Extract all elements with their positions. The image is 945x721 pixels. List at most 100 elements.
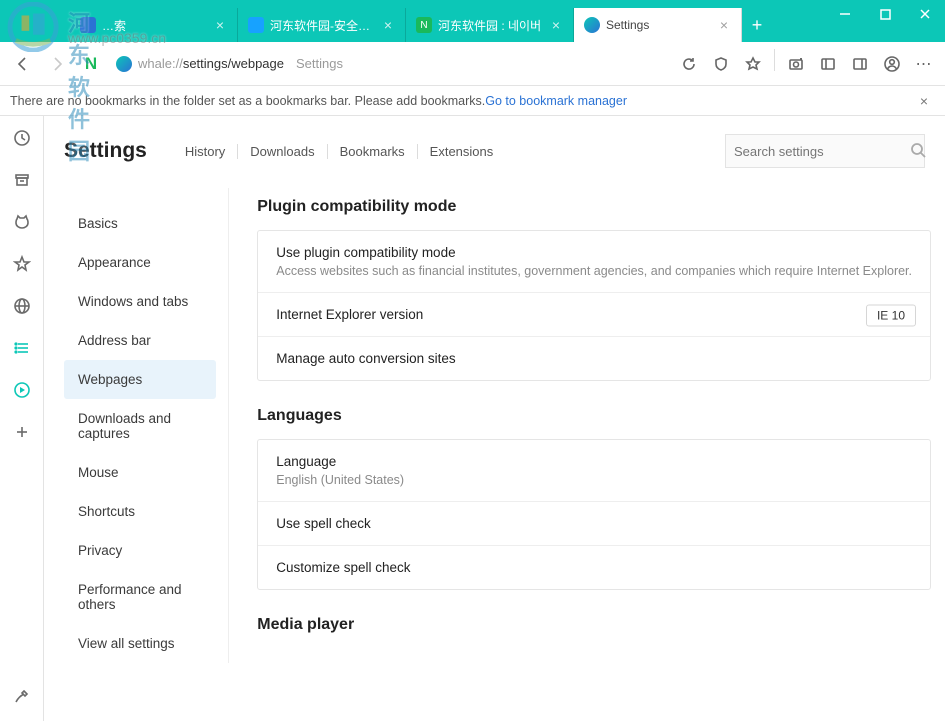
rail-play-icon[interactable] bbox=[8, 376, 36, 404]
section-panel: Use plugin compatibility mode Access web… bbox=[257, 230, 931, 381]
main-wrap: Settings History Downloads Bookmarks Ext… bbox=[0, 116, 945, 721]
sidenav-downloads-captures[interactable]: Downloads and captures bbox=[64, 399, 216, 453]
topnav-history[interactable]: History bbox=[173, 144, 238, 159]
section-plugin: Plugin compatibility mode Use plugin com… bbox=[257, 198, 931, 381]
close-window-button[interactable] bbox=[905, 0, 945, 28]
url-text: whale://settings/webpage bbox=[138, 56, 284, 71]
address-bar[interactable]: whale://settings/webpage Settings bbox=[110, 49, 670, 79]
capture-button[interactable] bbox=[781, 49, 811, 79]
section-heading: Media player bbox=[257, 616, 931, 634]
favicon-icon: N bbox=[416, 17, 432, 33]
section-panel: Language English (United States) Use spe… bbox=[257, 439, 931, 590]
rail-list-icon[interactable] bbox=[8, 334, 36, 362]
tab-3-active[interactable]: Settings × bbox=[574, 8, 742, 42]
row-subtitle: English (United States) bbox=[276, 473, 912, 487]
sidenav-appearance[interactable]: Appearance bbox=[64, 243, 216, 282]
maximize-button[interactable] bbox=[865, 0, 905, 28]
naver-home-button[interactable]: N bbox=[76, 49, 106, 79]
row-title: Use plugin compatibility mode bbox=[276, 245, 912, 260]
close-icon[interactable]: × bbox=[913, 93, 935, 109]
sidenav-performance[interactable]: Performance and others bbox=[64, 570, 216, 624]
bookmark-star-button[interactable] bbox=[738, 49, 768, 79]
menu-button[interactable]: ⋯ bbox=[909, 49, 939, 79]
back-button[interactable] bbox=[8, 49, 38, 79]
left-rail bbox=[0, 116, 44, 721]
settings-main: Plugin compatibility mode Use plugin com… bbox=[229, 188, 945, 663]
close-icon[interactable]: × bbox=[213, 18, 227, 32]
row-subtitle: Access websites such as financial instit… bbox=[276, 264, 912, 278]
settings-topnav: History Downloads Bookmarks Extensions bbox=[173, 144, 505, 159]
row-title: Customize spell check bbox=[276, 560, 912, 575]
page-title: Settings bbox=[64, 139, 147, 163]
sidenav-basics[interactable]: Basics bbox=[64, 204, 216, 243]
close-icon[interactable]: × bbox=[549, 18, 563, 32]
rail-globe-icon[interactable] bbox=[8, 292, 36, 320]
section-heading: Languages bbox=[257, 407, 931, 425]
whale-icon bbox=[584, 17, 600, 33]
favicon-icon bbox=[80, 17, 96, 33]
profile-button[interactable] bbox=[877, 49, 907, 79]
ie-version-dropdown[interactable]: IE 10 bbox=[866, 304, 916, 326]
row-spell-check[interactable]: Use spell check bbox=[258, 502, 930, 546]
shield-icon[interactable] bbox=[706, 49, 736, 79]
sidenav-windows-tabs[interactable]: Windows and tabs bbox=[64, 282, 216, 321]
minimize-button[interactable] bbox=[825, 0, 865, 28]
favicon-icon bbox=[248, 17, 264, 33]
tab-label: 河东软件园-安全的绿 bbox=[270, 17, 377, 34]
rail-star-icon[interactable] bbox=[8, 250, 36, 278]
tab-0[interactable]: …索 × bbox=[70, 8, 238, 42]
tab-2[interactable]: N 河东软件园 : 네이버 × bbox=[406, 8, 574, 42]
sidenav-address-bar[interactable]: Address bar bbox=[64, 321, 216, 360]
tab-label: Settings bbox=[606, 18, 713, 32]
whale-url-icon bbox=[116, 56, 132, 72]
rail-add-button[interactable] bbox=[8, 418, 36, 446]
row-manage-conversion[interactable]: Manage auto conversion sites bbox=[258, 337, 930, 380]
topnav-extensions[interactable]: Extensions bbox=[418, 144, 506, 159]
section-media: Media player bbox=[257, 616, 931, 634]
row-customize-spell[interactable]: Customize spell check bbox=[258, 546, 930, 589]
topnav-downloads[interactable]: Downloads bbox=[238, 144, 327, 159]
rail-settings-icon[interactable] bbox=[8, 683, 36, 711]
reload-button[interactable] bbox=[674, 49, 704, 79]
rail-archive-icon[interactable] bbox=[8, 166, 36, 194]
settings-header: Settings History Downloads Bookmarks Ext… bbox=[44, 116, 945, 182]
search-icon bbox=[910, 142, 926, 161]
window-controls bbox=[825, 0, 945, 28]
row-title: Use spell check bbox=[276, 516, 912, 531]
url-page-label: Settings bbox=[296, 56, 343, 71]
sidenav-view-all[interactable]: View all settings bbox=[64, 624, 216, 663]
tab-label: …索 bbox=[102, 17, 209, 34]
section-heading: Plugin compatibility mode bbox=[257, 198, 931, 216]
titlebar: …索 × 河东软件园-安全的绿 × N 河东软件园 : 네이버 × Settin… bbox=[0, 0, 945, 42]
panel-toggle-button[interactable] bbox=[845, 49, 875, 79]
sidenav-shortcuts[interactable]: Shortcuts bbox=[64, 492, 216, 531]
bookmarks-notice-text: There are no bookmarks in the folder set… bbox=[10, 94, 485, 108]
topnav-bookmarks[interactable]: Bookmarks bbox=[328, 144, 418, 159]
row-use-plugin-mode[interactable]: Use plugin compatibility mode Access web… bbox=[258, 231, 930, 293]
rail-cat-icon[interactable] bbox=[8, 208, 36, 236]
tab-strip: …索 × 河东软件园-安全的绿 × N 河东软件园 : 네이버 × Settin… bbox=[70, 8, 772, 42]
new-tab-button[interactable]: + bbox=[742, 8, 772, 42]
row-ie-version[interactable]: Internet Explorer version IE 10 bbox=[258, 293, 930, 337]
row-title: Internet Explorer version bbox=[276, 307, 912, 322]
sidenav-webpages[interactable]: Webpages bbox=[64, 360, 216, 399]
address-actions: ⋯ bbox=[674, 49, 939, 79]
bookmarks-notice-bar: There are no bookmarks in the folder set… bbox=[0, 86, 945, 116]
settings-sidenav: Basics Appearance Windows and tabs Addre… bbox=[44, 188, 229, 663]
settings-search[interactable] bbox=[725, 134, 925, 168]
tab-1[interactable]: 河东软件园-安全的绿 × bbox=[238, 8, 406, 42]
rail-clock-icon[interactable] bbox=[8, 124, 36, 152]
sidenav-privacy[interactable]: Privacy bbox=[64, 531, 216, 570]
row-title: Language bbox=[276, 454, 912, 469]
sidenav-mouse[interactable]: Mouse bbox=[64, 453, 216, 492]
sidebar-toggle-button[interactable] bbox=[813, 49, 843, 79]
bookmark-manager-link[interactable]: Go to bookmark manager bbox=[485, 94, 627, 108]
close-icon[interactable]: × bbox=[717, 18, 731, 32]
close-icon[interactable]: × bbox=[381, 18, 395, 32]
row-title: Manage auto conversion sites bbox=[276, 351, 912, 366]
address-bar-row: N whale://settings/webpage Settings ⋯ bbox=[0, 42, 945, 86]
row-language[interactable]: Language English (United States) bbox=[258, 440, 930, 502]
separator bbox=[774, 49, 775, 71]
search-input[interactable] bbox=[734, 144, 910, 159]
forward-button[interactable] bbox=[42, 49, 72, 79]
